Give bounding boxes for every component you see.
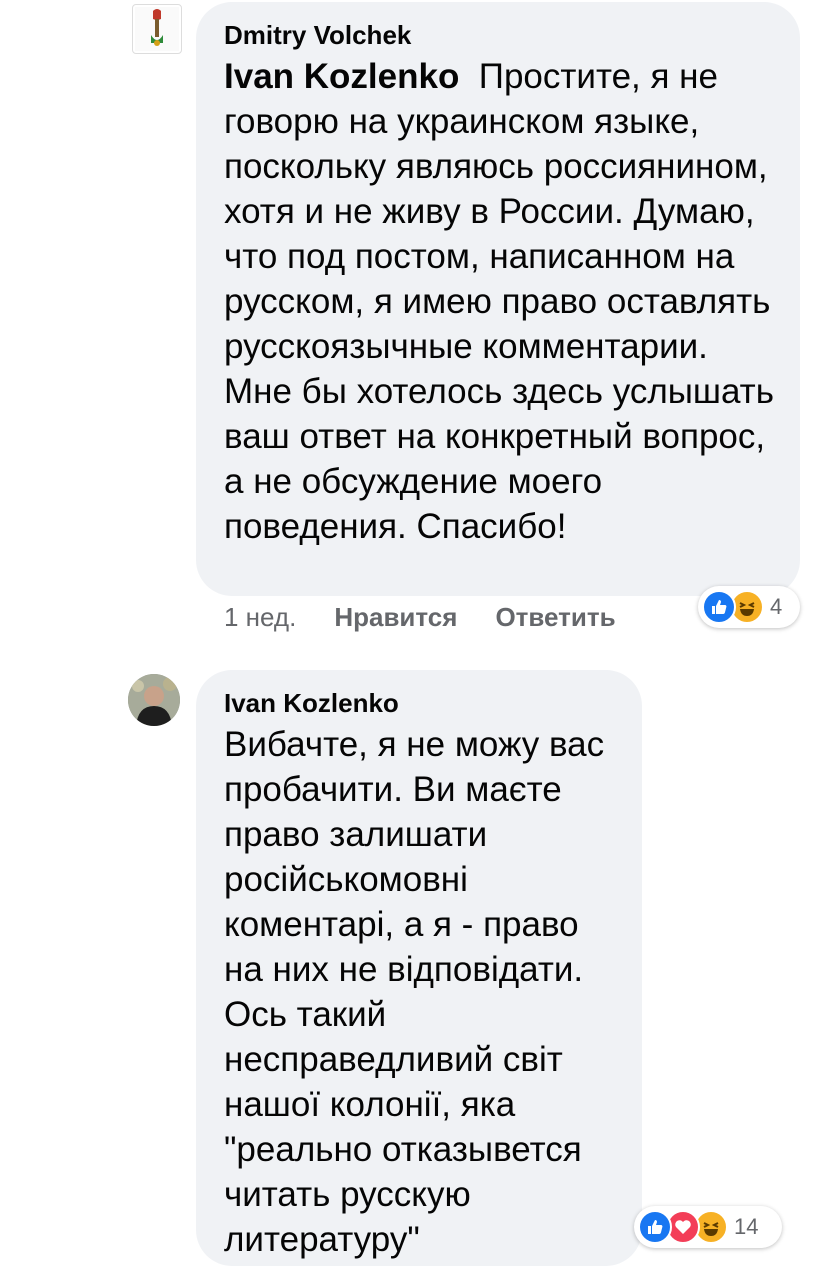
profile-photo-icon	[128, 674, 180, 726]
comment-ivan-kozlenko: Ivan Kozlenko Вибачте, я не можу вас про…	[0, 0, 832, 1280]
reaction-summary[interactable]: 14	[634, 1206, 782, 1248]
comment-bubble: Ivan Kozlenko Вибачте, я не можу вас про…	[196, 670, 642, 1266]
avatar[interactable]	[128, 674, 180, 726]
comment-body: Вибачте, я не можу вас пробачити. Ви має…	[224, 725, 605, 1259]
reaction-count: 14	[734, 1214, 759, 1239]
comment-author[interactable]: Ivan Kozlenko	[224, 686, 616, 720]
like-icon	[702, 590, 736, 624]
like-icon	[638, 1210, 672, 1244]
